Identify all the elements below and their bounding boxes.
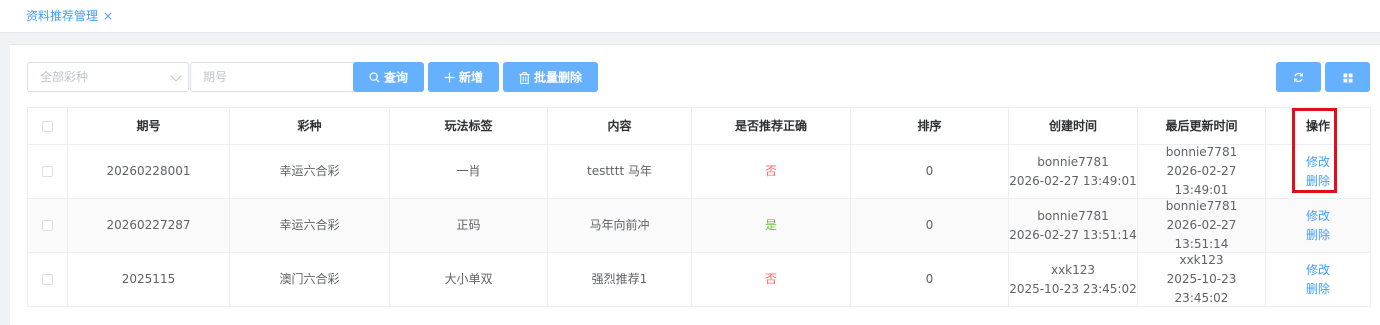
table-row: 2025115 澳门六合彩 大小单双 强烈推荐1 否 0 xxk123 2025-… xyxy=(28,253,1371,307)
column-header: 玩法标签 xyxy=(390,108,548,144)
updater-name: bonnie7781 xyxy=(1165,199,1238,213)
chevron-down-icon xyxy=(170,70,182,82)
creator-name: bonnie7781 xyxy=(1037,208,1109,223)
correct-cell: 否 xyxy=(692,253,851,306)
created-time: 2026-02-27 13:49:01 xyxy=(1009,173,1137,188)
issue-input[interactable] xyxy=(190,62,362,92)
actions-cell: 修改 删除 xyxy=(1266,253,1371,306)
updated-cell: bonnie7781 2026-02-27 13:49:01 xyxy=(1138,145,1266,198)
lottery-cell: 幸运六合彩 xyxy=(230,145,390,198)
updated-time: 2026-02-27 13:49:01 xyxy=(1166,164,1237,197)
updated-cell: xxk123 2025-10-23 23:45:02 xyxy=(1138,253,1266,306)
column-header: 排序 xyxy=(851,108,1009,144)
updated-time: 2025-10-23 23:45:02 xyxy=(1166,272,1237,305)
updated-time: 2026-02-27 13:51:14 xyxy=(1166,218,1237,251)
edit-link[interactable]: 修改 xyxy=(1306,261,1330,280)
column-header: 内容 xyxy=(548,108,692,144)
sort-cell: 0 xyxy=(851,199,1009,252)
issue-cell: 2025115 xyxy=(68,253,230,306)
main-panel: 全部彩种 查询 新增 批量删除 期号 彩种 玩法标签 内容 是否推荐正确 排序 xyxy=(10,44,1380,325)
tab-bar: 资料推荐管理 × xyxy=(0,0,1380,33)
delete-link[interactable]: 删除 xyxy=(1306,226,1330,245)
created-time: 2025-10-23 23:45:02 xyxy=(1009,281,1137,296)
data-table: 期号 彩种 玩法标签 内容 是否推荐正确 排序 创建时间 最后更新时间 操作 2… xyxy=(27,107,1371,307)
refresh-button[interactable] xyxy=(1276,62,1321,92)
trash-icon xyxy=(519,71,530,84)
correct-cell: 是 xyxy=(692,199,851,252)
updater-name: xxk123 xyxy=(1179,253,1224,267)
row-select-cell xyxy=(28,145,68,198)
tag-cell: 正码 xyxy=(390,199,548,252)
created-cell: bonnie7781 2026-02-27 13:49:01 xyxy=(1009,145,1138,198)
row-checkbox[interactable] xyxy=(42,274,53,285)
created-cell: xxk123 2025-10-23 23:45:02 xyxy=(1009,253,1138,306)
issue-cell: 20260228001 xyxy=(68,145,230,198)
tab-material-recommend[interactable]: 资料推荐管理 × xyxy=(16,0,121,32)
sort-cell: 0 xyxy=(851,145,1009,198)
select-all-checkbox[interactable] xyxy=(42,120,53,132)
correct-cell: 否 xyxy=(692,145,851,198)
row-select-cell xyxy=(28,253,68,306)
batch-delete-button[interactable]: 批量删除 xyxy=(503,62,598,92)
refresh-icon xyxy=(1293,72,1304,83)
add-button[interactable]: 新增 xyxy=(428,62,499,92)
actions-column-highlight xyxy=(1292,108,1337,193)
table-header: 期号 彩种 玩法标签 内容 是否推荐正确 排序 创建时间 最后更新时间 操作 xyxy=(28,108,1371,145)
query-button[interactable]: 查询 xyxy=(353,62,424,92)
query-label: 查询 xyxy=(383,70,408,85)
search-icon xyxy=(369,72,380,83)
tag-cell: 一肖 xyxy=(390,145,548,198)
updater-name: bonnie7781 xyxy=(1165,145,1238,159)
row-select-cell xyxy=(28,199,68,252)
lottery-cell: 澳门六合彩 xyxy=(230,253,390,306)
creator-name: xxk123 xyxy=(1050,262,1096,277)
column-header: 期号 xyxy=(68,108,230,144)
tag-cell: 大小单双 xyxy=(390,253,548,306)
column-header: 创建时间 xyxy=(1009,108,1138,144)
delete-link[interactable]: 删除 xyxy=(1306,280,1330,299)
batch-delete-label: 批量删除 xyxy=(533,70,582,85)
tab-label: 资料推荐管理 xyxy=(26,9,99,23)
plus-icon xyxy=(444,72,455,83)
column-header: 最后更新时间 xyxy=(1138,108,1266,144)
grid-toggle-button[interactable] xyxy=(1325,62,1370,92)
lottery-type-select[interactable]: 全部彩种 xyxy=(27,62,189,92)
content-cell: testttt 马年 xyxy=(548,145,692,198)
close-icon[interactable]: × xyxy=(103,9,113,23)
select-all-cell xyxy=(28,108,68,144)
edit-link[interactable]: 修改 xyxy=(1306,207,1330,226)
column-header: 彩种 xyxy=(230,108,390,144)
row-checkbox[interactable] xyxy=(42,166,53,177)
table-row: 20260227287 幸运六合彩 正码 马年向前冲 是 0 bonnie778… xyxy=(28,199,1371,253)
content-cell: 强烈推荐1 xyxy=(548,253,692,306)
add-label: 新增 xyxy=(458,70,483,85)
grid-icon xyxy=(1343,73,1352,82)
column-header: 是否推荐正确 xyxy=(692,108,851,144)
content-cell: 马年向前冲 xyxy=(548,199,692,252)
row-checkbox[interactable] xyxy=(42,220,53,231)
created-cell: bonnie7781 2026-02-27 13:51:14 xyxy=(1009,199,1138,252)
select-placeholder: 全部彩种 xyxy=(40,70,89,84)
filter-toolbar: 全部彩种 查询 新增 批量删除 xyxy=(27,62,1370,92)
creator-name: bonnie7781 xyxy=(1037,154,1109,169)
sort-cell: 0 xyxy=(851,253,1009,306)
updated-cell: bonnie7781 2026-02-27 13:51:14 xyxy=(1138,199,1266,252)
actions-cell: 修改 删除 xyxy=(1266,199,1371,252)
created-time: 2026-02-27 13:51:14 xyxy=(1009,227,1137,242)
table-row: 20260228001 幸运六合彩 一肖 testttt 马年 否 0 bonn… xyxy=(28,145,1371,199)
lottery-cell: 幸运六合彩 xyxy=(230,199,390,252)
issue-cell: 20260227287 xyxy=(68,199,230,252)
